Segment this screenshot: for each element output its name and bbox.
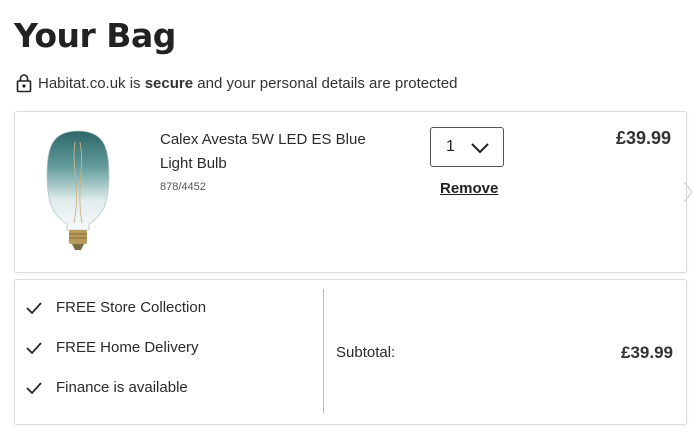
- security-text-emphasis: secure: [144, 74, 194, 92]
- security-text-suffix: and your personal details are protected: [193, 74, 458, 92]
- benefit-store-collection: FREE Store Collection: [26, 299, 206, 316]
- benefit-home-delivery: FREE Home Delivery: [26, 339, 199, 356]
- quantity-value: 1: [446, 138, 455, 155]
- benefit-label: Finance is available: [56, 379, 188, 396]
- check-icon: [26, 381, 42, 394]
- bag-item-card: Calex Avesta 5W LED ES Blue Light Bulb 8…: [14, 111, 687, 273]
- benefit-label: FREE Home Delivery: [56, 339, 199, 356]
- order-summary: FREE Store Collection FREE Home Delivery…: [14, 279, 687, 425]
- subtotal-value: £39.99: [621, 343, 673, 362]
- check-icon: [26, 341, 42, 354]
- benefit-label: FREE Store Collection: [56, 299, 207, 316]
- subtotal-label: Subtotal:: [336, 344, 396, 361]
- light-bulb-image[interactable]: [43, 128, 113, 254]
- item-price: £39.99: [615, 128, 671, 148]
- check-icon: [26, 301, 42, 314]
- page-title: Your Bag: [14, 16, 176, 55]
- benefit-finance: Finance is available: [26, 379, 188, 396]
- chevron-right-icon: [683, 182, 693, 202]
- product-name[interactable]: Calex Avesta 5W LED ES Blue Light Bulb: [160, 128, 390, 176]
- remove-link[interactable]: Remove: [440, 180, 498, 197]
- security-notice: Habitat.co.uk is secure and your persona…: [16, 70, 457, 96]
- security-text-prefix: Habitat.co.uk is: [38, 74, 145, 92]
- product-sku: 878/4452: [160, 181, 206, 193]
- lock-icon: [16, 74, 32, 93]
- quantity-select[interactable]: 1: [430, 127, 504, 167]
- chevron-down-icon: [471, 143, 489, 154]
- summary-divider: [323, 289, 324, 413]
